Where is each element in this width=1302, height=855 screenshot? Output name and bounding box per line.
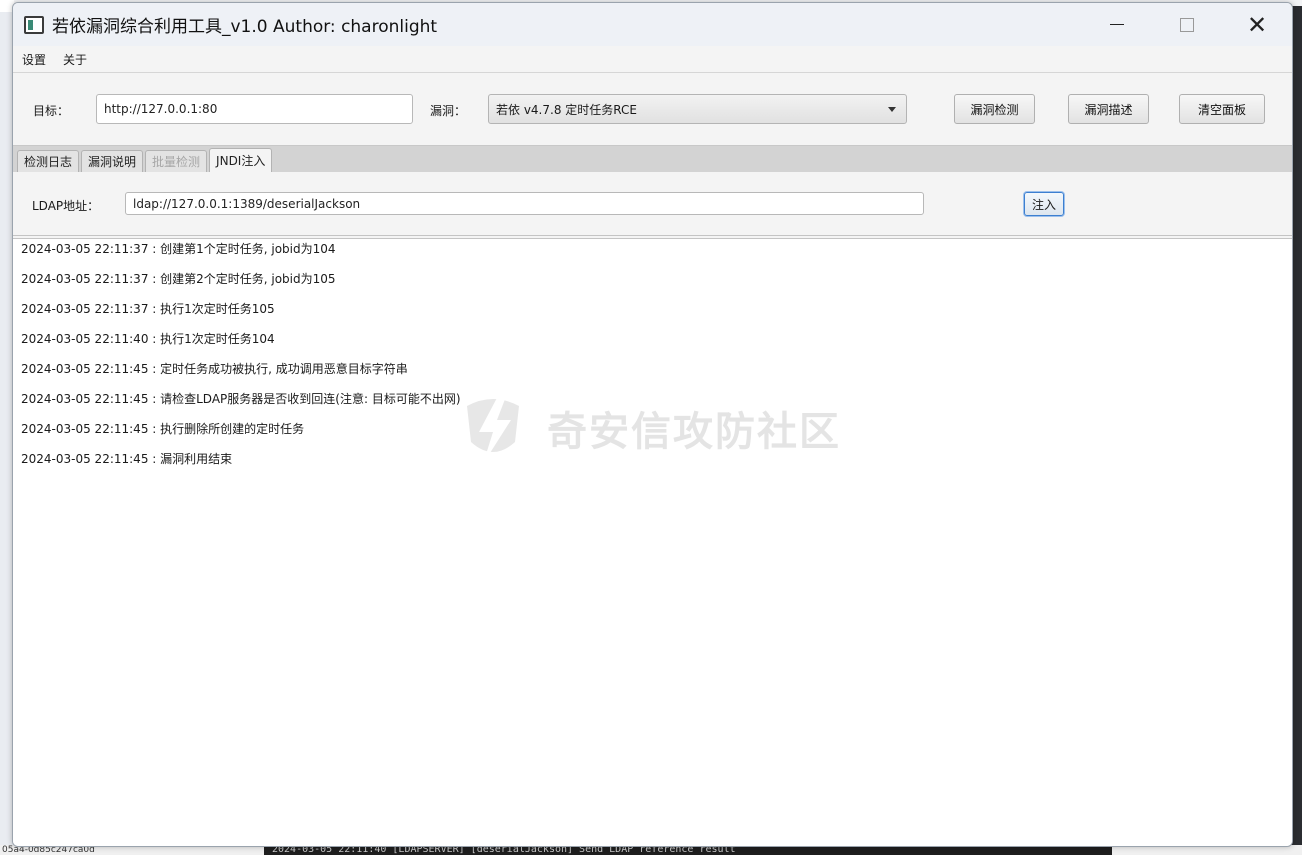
ldap-label: LDAP地址：: [32, 199, 100, 213]
jndi-panel: LDAP地址： ldap://127.0.0.1:1389/deserialJa…: [13, 172, 1292, 236]
vuln-select[interactable]: 若依 v4.7.8 定时任务RCE: [488, 94, 907, 124]
watermark-text: 奇安信攻防社区: [547, 409, 841, 455]
window-title: 若依漏洞综合利用工具_v1.0 Author: charonlight: [52, 17, 438, 37]
vuln-label: 漏洞：: [430, 104, 467, 118]
log-line: 2024-03-05 22:11:37 : 创建第2个定时任务, jobid为1…: [21, 272, 336, 286]
clear-button[interactable]: 清空面板: [1179, 94, 1265, 124]
menu-settings[interactable]: 设置: [22, 51, 46, 68]
title-bar[interactable]: 若依漏洞综合利用工具_v1.0 Author: charonlight ✕: [13, 3, 1292, 46]
watermark: 奇安信攻防社区: [453, 388, 841, 468]
menu-about[interactable]: 关于: [63, 51, 87, 68]
vuln-select-value: 若依 v4.7.8 定时任务RCE: [496, 102, 637, 117]
tab-detect-log[interactable]: 检测日志: [17, 150, 80, 172]
inject-button[interactable]: 注入: [1024, 192, 1064, 216]
target-toolbar: 目标： http://127.0.0.1:80 漏洞： 若依 v4.7.8 定时…: [13, 73, 1292, 146]
minimize-icon: [1110, 24, 1124, 25]
log-output[interactable]: 2024-03-05 22:11:37 : 创建第1个定时任务, jobid为1…: [13, 238, 1292, 846]
target-input[interactable]: http://127.0.0.1:80: [96, 94, 413, 124]
close-button[interactable]: ✕: [1222, 3, 1292, 46]
lightning-shield-icon: [467, 394, 519, 464]
close-icon: ✕: [1246, 10, 1268, 39]
detect-button[interactable]: 漏洞检测: [954, 94, 1035, 124]
app-icon: [24, 15, 44, 34]
log-line: 2024-03-05 22:11:37 : 创建第1个定时任务, jobid为1…: [21, 242, 336, 256]
maximize-button[interactable]: [1152, 3, 1222, 46]
log-line: 2024-03-05 22:11:40 : 执行1次定时任务104: [21, 332, 275, 346]
target-label: 目标：: [33, 104, 70, 118]
ldap-input[interactable]: ldap://127.0.0.1:1389/deserialJackson: [125, 192, 924, 215]
window-controls: ✕: [1082, 3, 1292, 46]
chevron-down-icon: [888, 106, 896, 112]
tab-jndi-inject[interactable]: JNDI注入: [209, 148, 273, 172]
minimize-button[interactable]: [1082, 3, 1152, 46]
menu-bar: 设置 关于: [13, 46, 1292, 73]
tab-bar: 检测日志 漏洞说明 批量检测 JNDI注入: [13, 146, 1292, 172]
describe-button[interactable]: 漏洞描述: [1068, 94, 1149, 124]
app-window: 若依漏洞综合利用工具_v1.0 Author: charonlight ✕ 设置…: [12, 2, 1293, 847]
log-line: 2024-03-05 22:11:37 : 执行1次定时任务105: [21, 302, 275, 316]
maximize-icon: [1180, 17, 1194, 32]
tab-vuln-info[interactable]: 漏洞说明: [81, 150, 144, 172]
tab-batch-detect: 批量检测: [145, 150, 208, 172]
